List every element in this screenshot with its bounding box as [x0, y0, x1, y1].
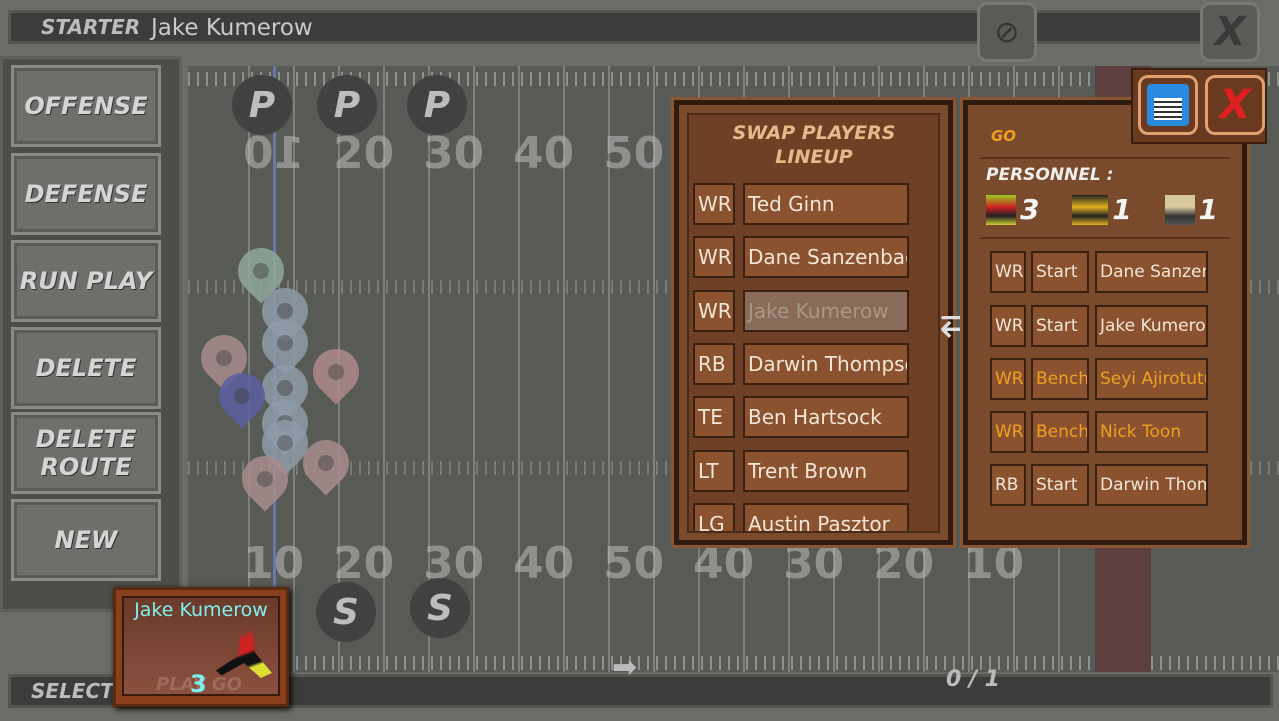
page-indicator: 0 / 1 — [946, 667, 1000, 692]
yard-number: 30 — [783, 538, 845, 589]
disabled-route-button[interactable]: ⊘ — [977, 2, 1037, 62]
roster-player[interactable]: Jake Kumerow — [1095, 305, 1208, 347]
p-marker[interactable]: P — [407, 75, 467, 135]
rb-player-icon — [1072, 194, 1109, 225]
save-button[interactable] — [1138, 75, 1198, 135]
lineup-player[interactable]: Ted Ginn — [743, 183, 909, 225]
roster-status[interactable]: Bench — [1031, 358, 1089, 400]
yard-number: 50 — [603, 538, 665, 589]
p-marker[interactable]: P — [317, 75, 377, 135]
te-count: 1 — [1198, 193, 1218, 226]
selected-player-card[interactable]: Jake Kumerow PLAY GO 3 — [113, 587, 289, 707]
yard-number: 40 — [693, 538, 755, 589]
te-player-icon — [1164, 194, 1195, 225]
lineup-list[interactable]: WR Ted Ginn WR Dane Sanzenbach WR Jake K… — [689, 179, 939, 531]
delete-route-button[interactable]: DELETE ROUTE — [11, 412, 161, 494]
no-pen-icon: ⊘ — [994, 14, 1020, 50]
roster-pos: WR — [990, 251, 1026, 293]
roster-status[interactable]: Start — [1031, 251, 1089, 293]
close-button[interactable]: X — [1205, 75, 1265, 135]
yard-number: 10 — [243, 538, 305, 589]
new-button[interactable]: NEW — [11, 499, 161, 581]
close-icon: X — [1214, 9, 1246, 55]
lineup-player[interactable]: Dane Sanzenbach — [743, 236, 909, 278]
go-panel: GO PERSONNEL : 3 1 1 WR Start Dane Sanze… — [963, 100, 1247, 545]
lineup-pos: LG — [693, 503, 735, 531]
yard-number: 10 — [963, 538, 1025, 589]
starter-label: STARTER — [41, 15, 141, 39]
wr-player-icon — [986, 194, 1016, 225]
card-player-name: Jake Kumerow — [134, 599, 268, 621]
roster-player[interactable]: Dane Sanzenbach — [1095, 251, 1208, 293]
roster-status[interactable]: Start — [1031, 305, 1089, 347]
lineup-player-selected[interactable]: Jake Kumerow — [743, 290, 909, 332]
lineup-player[interactable]: Ben Hartsock — [743, 396, 909, 438]
close-icon: X — [1219, 82, 1251, 128]
personnel-label: PERSONNEL : — [986, 165, 1114, 185]
lineup-pos: TE — [693, 396, 735, 438]
offense-button[interactable]: OFFENSE — [11, 65, 161, 147]
defense-button[interactable]: DEFENSE — [11, 153, 161, 235]
lineup-title: LINEUP — [775, 146, 853, 168]
p-marker[interactable]: P — [232, 75, 292, 135]
roster-player[interactable]: Darwin Thompson — [1095, 464, 1208, 506]
yard-number: 20 — [333, 128, 395, 179]
lineup-pos: WR — [693, 236, 735, 278]
s-marker[interactable]: S — [410, 578, 470, 638]
lineup-player[interactable]: Darwin Thompson — [743, 343, 909, 385]
go-title: GO — [991, 127, 1017, 145]
lineup-player[interactable]: Austin Pasztor — [743, 503, 909, 531]
yard-number: 20 — [873, 538, 935, 589]
run-play-button[interactable]: RUN PLAY — [11, 240, 161, 322]
rb-count: 1 — [1112, 193, 1132, 226]
yard-number: 50 — [603, 128, 665, 179]
next-arrow-icon[interactable]: ➡ — [612, 653, 674, 683]
lineup-pos: WR — [693, 290, 735, 332]
roster-player[interactable]: Nick Toon — [1095, 411, 1208, 453]
card-player-number: 3 — [190, 670, 207, 698]
roster-pos: WR — [990, 358, 1026, 400]
roster-pos: WR — [990, 411, 1026, 453]
swap-title: SWAP PLAYERS — [732, 122, 896, 144]
yard-number: 40 — [513, 538, 575, 589]
roster-status[interactable]: Bench — [1031, 411, 1089, 453]
roster-status[interactable]: Start — [1031, 464, 1089, 506]
lineup-pos: WR — [693, 183, 735, 225]
roster-pos: WR — [990, 305, 1026, 347]
lineup-pos: LT — [693, 450, 735, 492]
left-menu: OFFENSE DEFENSE RUN PLAY DELETE DELETE R… — [0, 56, 182, 612]
yard-number: 10 — [243, 128, 305, 179]
yard-number: 30 — [423, 128, 485, 179]
close-button-disabled[interactable]: X — [1200, 2, 1260, 62]
save-icon — [1147, 84, 1189, 126]
starter-name: Jake Kumerow — [151, 15, 313, 41]
swap-players-panel: SWAP PLAYERS LINEUP WR Ted Ginn WR Dane … — [674, 100, 953, 545]
yard-number: 40 — [513, 128, 575, 179]
lineup-player[interactable]: Trent Brown — [743, 450, 909, 492]
wr-count: 3 — [1020, 193, 1040, 226]
s-marker[interactable]: S — [316, 582, 376, 642]
roster-pos: RB — [990, 464, 1026, 506]
lineup-pos: RB — [693, 343, 735, 385]
roster-player[interactable]: Seyi Ajirotutu — [1095, 358, 1208, 400]
delete-button[interactable]: DELETE — [11, 327, 161, 409]
